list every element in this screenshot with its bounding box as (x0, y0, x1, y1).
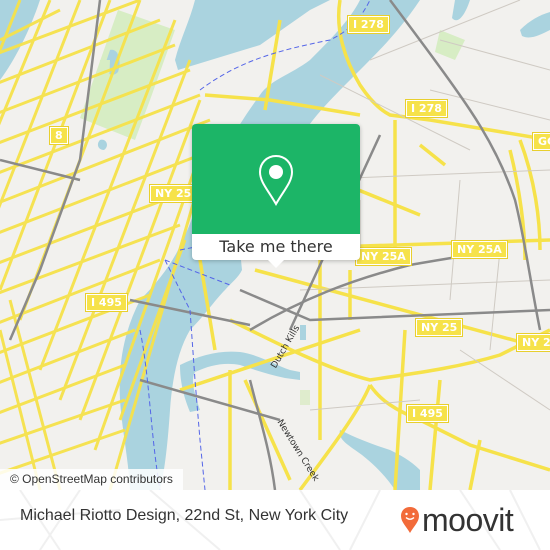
road-shield-ny25a-east: NY 25A (451, 240, 508, 259)
river-right (520, 12, 550, 38)
popup-header (192, 124, 360, 234)
take-me-there-button[interactable]: Take me there (192, 234, 360, 260)
road-shield-i278-north: I 278 (347, 15, 390, 34)
moovit-smiley-pin-icon (401, 507, 419, 533)
place-name: Michael Riotto Design, 22nd St, New York… (20, 507, 349, 524)
road-shield-ny25-west: NY 25 (148, 184, 198, 203)
map-pin-icon (258, 154, 294, 206)
river-upper-right (452, 0, 470, 21)
moovit-wordmark: moovit (422, 502, 514, 538)
road-shield-gc: GC (531, 132, 550, 151)
map-canvas[interactable]: 8 NY 25 I 278 I 278 GC NY 25A NY 25A NY … (0, 0, 550, 490)
osm-attribution[interactable]: © OpenStreetMap contributors (0, 469, 183, 490)
park-green (435, 30, 465, 60)
park-green-3 (300, 390, 310, 405)
newtown-creek-east (339, 430, 420, 490)
road-shield-ny25-east: NY 25 (515, 333, 550, 352)
road-shield-i278: I 278 (405, 99, 448, 118)
road-shield-ny25-center: NY 25 (414, 318, 464, 337)
moovit-logo[interactable]: moovit (400, 502, 514, 538)
footer-bar: Michael Riotto Design, 22nd St, New York… (0, 490, 550, 550)
road-shield-i495-east: I 495 (406, 404, 449, 423)
popup-pointer (268, 260, 284, 268)
road-shield-8: 8 (49, 126, 69, 145)
manhattan-grid (0, 0, 211, 490)
road-shield-i495-west: I 495 (85, 293, 128, 312)
location-popup: Take me there (192, 124, 360, 268)
park-pond-2 (97, 139, 107, 150)
road-shield-ny25a-west: NY 25A (355, 247, 412, 266)
